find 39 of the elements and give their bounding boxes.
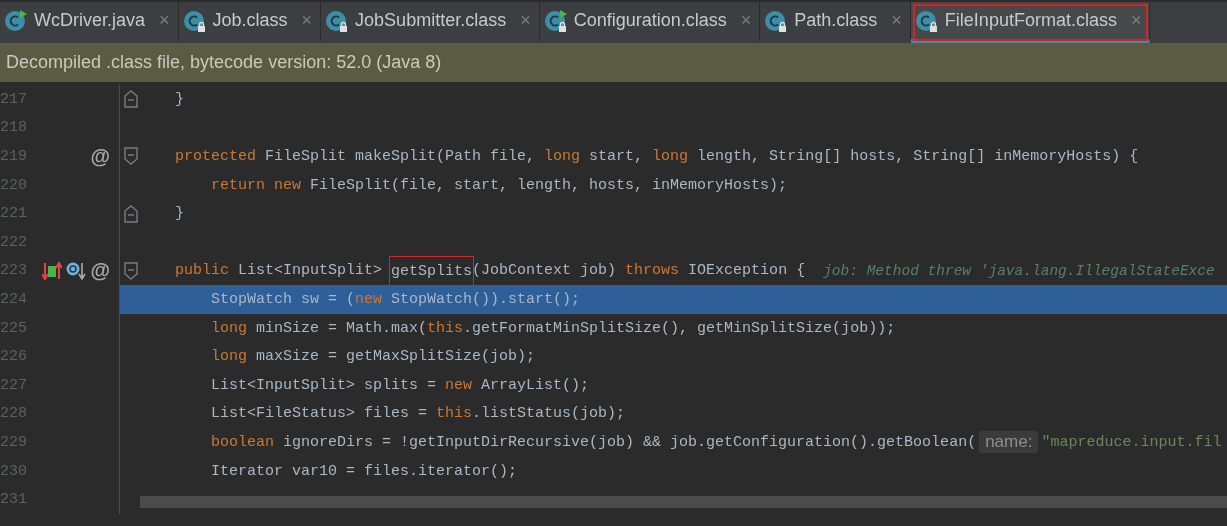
code-line: StopWatch sw = (new StopWatch()).start();: [211, 290, 581, 308]
code-text: "mapreduce.input.fil: [1041, 433, 1222, 451]
fold-end-icon[interactable]: [123, 204, 138, 223]
tab-label: Path.class: [794, 10, 878, 31]
code-text: (JobContext job) throws IOException {: [472, 262, 806, 280]
annotation-marker[interactable]: @: [90, 145, 110, 168]
annotation-marker[interactable]: @: [90, 259, 110, 283]
class-lock-icon: [325, 8, 350, 33]
editor-tab[interactable]: FileInputFormat.class ×: [910, 2, 1151, 43]
class-run-icon: [4, 8, 28, 33]
tab-label: JobSubmitter.class: [355, 10, 507, 31]
horizontal-scrollbar[interactable]: [140, 496, 1227, 508]
decompiled-notice: Decompiled .class file, bytecode version: 52.0 (Java 8): [0, 43, 1227, 82]
class-run-icon: [543, 8, 568, 33]
inline-debug-value: job: Method threw 'java.lang.IllegalStateExce: [823, 262, 1215, 279]
code-line: Iterator var10 = files.iterator();: [211, 462, 518, 480]
code-line: long maxSize = getMaxSplitSize(job);: [211, 348, 536, 366]
tab-label: FileInputFormat.class: [944, 10, 1117, 31]
code-line: protected FileSplit makeSplit(Path file, long start, long length, String[] hosts, String[] inMemoryHosts) {: [175, 148, 1139, 165]
class-lock-icon: [764, 8, 789, 33]
code-line: long minSize = Math.max(this.getFormatMinSplitSize(), getMinSplitSize(job));: [211, 319, 896, 337]
fold-end-icon[interactable]: [123, 90, 138, 109]
code-line: }: [175, 205, 184, 223]
code-line: List<InputSplit> splits = new ArrayList();: [211, 376, 590, 394]
tab-label: Configuration.class: [573, 10, 727, 31]
class-lock-icon: [914, 8, 939, 33]
fold-collapse-icon[interactable]: [123, 261, 138, 280]
code-text: boolean ignoreDirs = !getInputDirRecursive(job) && job.getConfiguration().getBoolean(: [211, 433, 977, 451]
code-text: public List<InputSplit>: [175, 262, 384, 280]
fold-collapse-icon[interactable]: [123, 147, 138, 166]
tab-label: Job.class: [212, 10, 288, 31]
code-line: }: [175, 90, 184, 108]
parameter-hint: name:: [979, 431, 1039, 454]
override-arrows-icon[interactable]: [42, 260, 63, 281]
circle-down-arrow-icon[interactable]: [66, 260, 87, 281]
tab-label: WcDriver.java: [34, 10, 145, 31]
code-line: List<FileStatus> files = this.listStatus(job);: [211, 405, 626, 423]
class-lock-icon: [182, 8, 207, 33]
code-line: return new FileSplit(file, start, length, hosts, inMemoryHosts);: [211, 176, 788, 194]
